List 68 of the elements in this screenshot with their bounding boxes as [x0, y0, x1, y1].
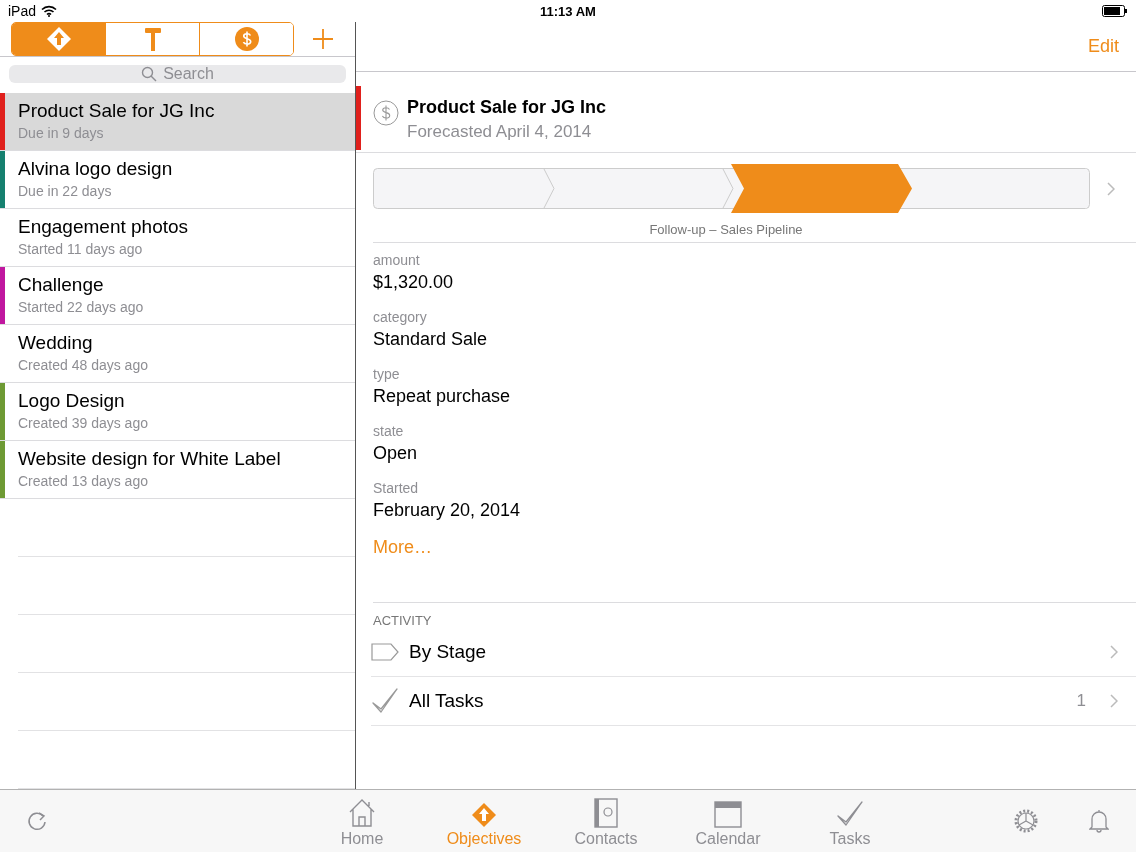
pipeline-stage[interactable]: [731, 164, 912, 213]
settings-icon: [1013, 808, 1039, 834]
bell-icon: [1089, 809, 1109, 833]
field-value: Repeat purchase: [373, 386, 511, 407]
activity-row[interactable]: All Tasks 1: [371, 677, 1136, 726]
item-title: Alvina logo design: [18, 158, 173, 180]
up-arrow-diamond-icon: [471, 802, 497, 828]
refresh-icon: [26, 810, 48, 832]
item-subtitle: Due in 9 days: [18, 125, 104, 141]
tag-icon: [371, 643, 399, 661]
field-value: $1,320.00: [373, 272, 454, 293]
pipeline-label: Follow-up – Sales Pipeline: [649, 222, 803, 237]
dollar-icon: [373, 100, 399, 126]
item-subtitle: Started 22 days ago: [18, 299, 144, 315]
detail-title: Product Sale for JG Inc: [407, 97, 607, 118]
list-item[interactable]: Alvina logo design Due in 22 days: [0, 151, 355, 209]
wifi-icon: [41, 5, 58, 17]
device-name: iPad: [8, 3, 37, 19]
checkmark-icon: [371, 687, 399, 715]
item-title: Engagement photos: [18, 216, 189, 238]
field-value: Open: [373, 443, 418, 464]
segment-tab[interactable]: [12, 23, 105, 55]
chevron-right-icon: [1110, 694, 1118, 708]
item-subtitle: Due in 22 days: [18, 183, 112, 199]
detail-subtitle: Forecasted April 4, 2014: [407, 122, 593, 142]
activity-row[interactable]: By Stage: [371, 628, 1136, 677]
list-item[interactable]: Website design for White Label Created 13 days ago: [0, 441, 355, 499]
calendar-icon: [714, 800, 742, 828]
plus-icon: [312, 28, 334, 50]
dollar-icon: [234, 27, 259, 51]
search-placeholder: Search: [163, 65, 214, 83]
search-icon: [141, 66, 158, 82]
item-subtitle: Created 39 days ago: [18, 415, 148, 431]
address-book-icon: [593, 798, 619, 828]
hammer-icon: [142, 26, 163, 52]
add-button[interactable]: [312, 28, 334, 50]
chevron-right-icon: [1110, 645, 1118, 659]
item-title: Logo Design: [18, 390, 125, 412]
item-subtitle: Started 11 days ago: [18, 241, 143, 257]
list-item[interactable]: Challenge Started 22 days ago: [0, 267, 355, 325]
list-item[interactable]: Product Sale for JG Inc Due in 9 days: [0, 93, 355, 151]
status-time: 11:13 AM: [540, 3, 596, 19]
field-label: category: [373, 309, 427, 325]
up-arrow-diamond-icon: [45, 26, 72, 52]
field-label: type: [373, 366, 400, 382]
pipeline-stage[interactable]: [543, 168, 555, 209]
list-item[interactable]: Logo Design Created 39 days ago: [0, 383, 355, 441]
chevron-button[interactable]: [1107, 182, 1115, 196]
item-title: Product Sale for JG Inc: [18, 100, 215, 122]
list-item[interactable]: Engagement photos Started 11 days ago: [0, 209, 355, 267]
field-value: February 20, 2014: [373, 500, 521, 521]
field-label: Started: [373, 480, 419, 496]
list-item[interactable]: Wedding Created 48 days ago: [0, 325, 355, 383]
field-label: state: [373, 423, 404, 439]
home-icon: [348, 798, 376, 828]
item-subtitle: Created 13 days ago: [18, 473, 148, 489]
battery-icon: [1102, 5, 1128, 17]
segment-tab[interactable]: [199, 23, 293, 55]
item-title: Website design for White Label: [18, 448, 281, 470]
item-title: Wedding: [18, 332, 93, 354]
checkmark-icon: [836, 800, 864, 828]
field-label: amount: [373, 252, 420, 268]
section-header: ACTIVITY: [373, 613, 432, 628]
chevron-right-icon: [1107, 182, 1115, 196]
field-value: Standard Sale: [373, 329, 488, 350]
pipeline-stage[interactable]: [722, 168, 734, 209]
item-title: Challenge: [18, 274, 104, 296]
item-subtitle: Created 48 days ago: [18, 357, 148, 373]
